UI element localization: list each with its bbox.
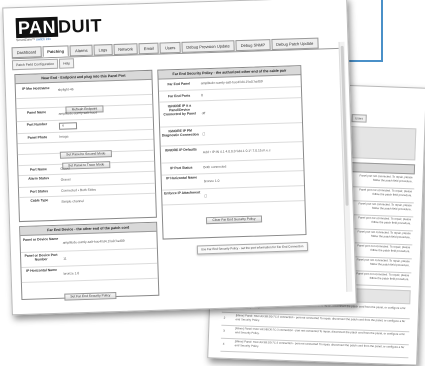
panduit-logo: PANDUIT: [15, 15, 103, 39]
field-label: Panel Name: [26, 110, 47, 116]
sub-tab-bar: Patch Field Configuration Help: [11, 58, 75, 71]
alarm-index: 4: [222, 341, 225, 346]
tab-debug-patch-update[interactable]: Debug Patch Update: [270, 37, 319, 51]
alarm-index: 3: [223, 328, 225, 333]
tab-users[interactable]: Users: [159, 41, 181, 54]
port-number-input[interactable]: 4: [58, 122, 78, 131]
field-label: Enforce IP Attachment: [164, 190, 201, 196]
alarm-remedy: Panel port not connected. To repair, ple…: [358, 201, 412, 211]
field-label: IP Port Status: [170, 166, 193, 171]
field-value: Connected • Both Sides: [60, 188, 96, 194]
tab-dashboard[interactable]: Dashboard: [11, 46, 42, 59]
field-label: Far End Panel: [167, 82, 191, 87]
port-number-wrap: 4: [58, 120, 149, 131]
field-label: IGNORE IP PM Diagnostic Connection: [161, 129, 199, 138]
page-scrollbar[interactable]: [338, 41, 353, 292]
back-tab-users[interactable]: Users: [351, 114, 368, 123]
subtab-help[interactable]: Help: [58, 58, 75, 69]
field-label: Port Status: [29, 189, 49, 195]
field-label: IGNORE IP Defaults: [164, 147, 197, 153]
accent-line: [381, 0, 383, 62]
field-value: bronze 1.0: [203, 179, 220, 184]
tagline-text: SmartZone™: [16, 37, 36, 43]
field-label: Alarm Status: [28, 176, 50, 182]
field-value: Add • IP:IN 4.1 4.0.0.0 \\d4.1 0.1*.7.0.…: [202, 148, 271, 155]
far-end-device-panel: Far End Device - the other end of the pa…: [19, 221, 160, 302]
alarm-remedy: Panel port not connected. To repair, ple…: [357, 243, 411, 253]
far-end-button-row: Set Far End Security Policy: [22, 279, 159, 304]
field-label: IP Mm Hostname: [22, 86, 50, 92]
product-tagline: SmartZone™ switch info: [16, 37, 51, 42]
subtab-patch-field-configuration[interactable]: Patch Field Configuration: [11, 58, 59, 71]
tab-debug-snmp[interactable]: Debug SNMP: [235, 39, 271, 52]
field-label: Port Number: [26, 122, 48, 128]
scrollbar-thumb[interactable]: [340, 45, 349, 206]
patching-page-screenshot: PANDUIT SmartZone™ switch info Dashboard…: [2, 0, 357, 316]
field-value: Simple channel: [61, 199, 84, 205]
toggle-value[interactable]: off: [202, 109, 298, 116]
field-label: IGNORE IP it a Panel/Device Connected by…: [163, 104, 196, 117]
security-policy-tooltip: Use Far End Security Policy - set the po…: [196, 242, 308, 255]
field-label: Cable Type: [30, 198, 49, 204]
field-label: Port Name: [29, 167, 47, 173]
security-button-row: Clear Far End Security Policy: [163, 202, 306, 228]
alarm-index: 2: [223, 315, 226, 320]
main-tab-bar: Dashboard Patching Alarms Logs Network Email U…: [11, 36, 340, 60]
field-label: IP Horizontal Name: [166, 175, 198, 181]
logo-rest: DUIT: [57, 15, 103, 37]
field-value: amplitude-sumly-salt-huc4\\d4.1\\s0.\\sd…: [200, 79, 263, 86]
alarm-remedy: Panel port not connected. To repair, ple…: [358, 187, 413, 197]
field-label: Panel Photo: [27, 135, 48, 141]
field-value: Both connected: [203, 164, 227, 170]
alarm-remedy: Panel port not connected. To repair, ple…: [359, 173, 413, 183]
alarm-remedy: Panel port not connected. To repair, ple…: [357, 229, 411, 239]
field-value: Image: [59, 134, 69, 140]
field-value: 11: [63, 257, 67, 262]
enforce-checkbox[interactable]: ☐: [204, 192, 300, 199]
tagline-link[interactable]: switch info: [36, 37, 51, 41]
field-value: amplitude-sumly-salt-huc4: [58, 110, 98, 117]
field-label: Panel or Device Name: [22, 237, 59, 243]
tab-network[interactable]: Network: [113, 43, 139, 56]
field-value: Gravel: [60, 166, 71, 172]
far-end-security-policy-panel: Far End Security Policy - the authorized…: [157, 65, 307, 240]
alarm-remedy: Panel port not connected. To repair, ple…: [356, 257, 410, 267]
near-end-panel: Near End - Endpoint and plug into this P…: [14, 69, 157, 223]
tab-alarms[interactable]: Alarms: [69, 44, 93, 57]
field-value: bronze 1.0: [63, 271, 80, 277]
field-value: Gravel: [60, 177, 71, 183]
field-value: skylight-46: [57, 87, 74, 93]
alarm-remedy: Panel port not connected. To repair, ple…: [356, 271, 410, 281]
field-label: IP Horizontal Name: [26, 268, 58, 274]
logo-mark: PAN: [15, 16, 59, 39]
tab-email[interactable]: Email: [138, 42, 160, 55]
tab-logs[interactable]: Logs: [93, 44, 113, 56]
clear-far-end-security-policy-button[interactable]: Clear Far End Security Policy: [206, 215, 262, 225]
diagnostic-checkbox[interactable]: ☐: [202, 130, 298, 137]
field-value: 8: [201, 93, 204, 98]
field-label: Far End Ports: [167, 94, 191, 99]
field-value: amplitude-sumly-salt-huc4\\d4.1\\s0.\\sd…: [62, 239, 125, 246]
tab-patching[interactable]: Patching: [42, 45, 70, 58]
alarm-remedy: Panel port not connected. To repair, ple…: [358, 215, 412, 225]
tab-debug-provision-update[interactable]: Debug Provision Update: [181, 40, 235, 53]
field-label: Panel or Device Port Number: [24, 253, 58, 263]
set-far-end-security-policy-button[interactable]: Set Far End Security Policy: [64, 292, 117, 302]
